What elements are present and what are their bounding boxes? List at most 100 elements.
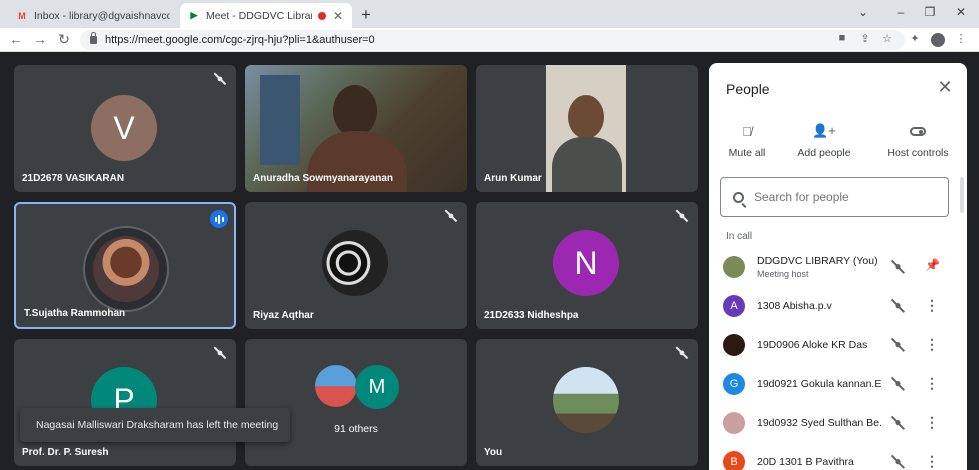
search-people-box[interactable] xyxy=(720,177,949,217)
bookmark-star-icon[interactable]: ☆ xyxy=(880,32,894,45)
speaking-indicator-icon xyxy=(210,210,228,228)
scrollbar[interactable] xyxy=(960,177,964,213)
others-tile[interactable]: M 91 others xyxy=(245,339,467,466)
more-options-icon[interactable]: ⋮ xyxy=(925,297,939,315)
profile-avatar-icon[interactable] xyxy=(931,33,945,47)
extensions-icon[interactable]: ✦ xyxy=(908,32,922,45)
avatar: V xyxy=(91,95,157,161)
more-options-icon[interactable]: ⋮ xyxy=(925,453,939,470)
participant-name: Prof. Dr. P. Suresh xyxy=(22,447,109,458)
more-options-icon[interactable]: ⋮ xyxy=(925,336,939,354)
camera-icon[interactable]: ■ xyxy=(835,32,849,44)
mic-off-icon: ● xyxy=(676,210,688,222)
url-text: https://meet.google.com/cgc-zjrq-hju?pli… xyxy=(105,34,375,46)
in-call-heading: In call xyxy=(726,231,753,242)
menu-icon[interactable]: ⋮ xyxy=(954,32,968,45)
participant-row[interactable]: G 19d0921 Gokula kannan.E ● ⋮ xyxy=(709,366,967,402)
forward-icon[interactable]: → xyxy=(32,31,48,47)
add-people-button[interactable]: 👤+ Add people xyxy=(793,121,855,159)
tab-search-icon[interactable]: ⌄ xyxy=(855,5,871,19)
recording-indicator-icon xyxy=(318,11,326,20)
avatar-ring xyxy=(83,226,169,312)
new-tab-button[interactable]: + xyxy=(358,5,374,25)
avatar xyxy=(723,412,745,434)
tab-title: Meet - DDGDVC Library ND xyxy=(206,9,312,22)
more-options-icon[interactable]: ⋮ xyxy=(925,375,939,393)
participant-name: 19d0932 Syed Sulthan Be... xyxy=(757,417,882,429)
participant-name: 20D 1301 B Pavithra xyxy=(757,456,854,468)
lock-icon xyxy=(90,32,97,44)
avatar-photo xyxy=(93,236,159,302)
pin-icon[interactable]: 📌 xyxy=(925,258,940,276)
participant-row[interactable]: 19D0906 Aloke KR Das ● ⋮ xyxy=(709,327,967,363)
search-input[interactable] xyxy=(754,190,934,204)
meet-stage: ● V 21D2678 VASIKARAN Anuradha Sowmyanar… xyxy=(0,53,979,470)
participant-name: You xyxy=(484,447,503,458)
browser-tab-strip: M Inbox - library@dgvaishnavcolle ▶ Meet… xyxy=(0,0,979,28)
participant-row[interactable]: 19d0932 Syed Sulthan Be... ● ⋮ xyxy=(709,405,967,441)
avatar-photo xyxy=(553,367,619,433)
mic-off-icon: ● xyxy=(891,259,905,275)
participant-name: 21D2633 Nidheshpa xyxy=(484,310,579,321)
action-label: Mute all xyxy=(728,147,766,159)
avatar: N xyxy=(553,230,619,296)
close-icon[interactable]: ✕ xyxy=(937,77,953,98)
action-label: Host controls xyxy=(887,147,949,159)
participant-tile[interactable]: ● Riyaz Aqthar xyxy=(245,202,467,329)
participant-name: DDGDVC LIBRARY (You) xyxy=(757,255,878,267)
avatar-photo xyxy=(322,230,388,296)
participant-tile[interactable]: ● P Prof. Dr. P. Suresh xyxy=(14,339,236,466)
participant-video-tile[interactable]: Anuradha Sowmyanarayanan xyxy=(245,65,467,192)
video-feed xyxy=(546,65,626,192)
meet-icon: ▶ xyxy=(190,10,198,20)
avatar: G xyxy=(723,373,745,395)
mute-all-button[interactable]: 🎙̸ Mute all xyxy=(723,121,771,160)
close-tab-icon[interactable]: ✕ xyxy=(332,9,344,23)
mic-off-icon: ● xyxy=(214,347,226,359)
close-window-icon[interactable]: ✕ xyxy=(953,5,969,19)
mic-off-icon: ● xyxy=(891,337,905,353)
participant-left-toast: Nagasai Malliswari Draksharam has left t… xyxy=(20,408,290,442)
participant-row[interactable]: A 1308 Abisha.p.v ● ⋮ xyxy=(709,288,967,324)
self-tile[interactable]: ● You xyxy=(476,339,698,466)
mic-off-icon: ● xyxy=(214,73,226,85)
mic-off-icon: ● xyxy=(891,376,905,392)
participant-role: Meeting host xyxy=(757,269,809,279)
avatar xyxy=(723,334,745,356)
tab-google-meet[interactable]: ▶ Meet - DDGDVC Library ND ✕ xyxy=(180,3,352,28)
participant-row[interactable]: B 20D 1301 B Pavithra ● ⋮ xyxy=(709,444,967,470)
participant-tile-active-speaker[interactable]: T.Sujatha Rammohan xyxy=(14,202,236,329)
participant-name: T.Sujatha Rammohan xyxy=(24,308,126,319)
minimize-icon[interactable]: – xyxy=(893,5,909,19)
participant-row[interactable]: DDGDVC LIBRARY (You) Meeting host ● 📌 xyxy=(709,249,967,285)
participant-name: Arun Kumar xyxy=(484,173,542,184)
mic-off-icon: ● xyxy=(676,347,688,359)
participant-name: Anuradha Sowmyanarayanan xyxy=(253,173,394,184)
more-options-icon[interactable]: ⋮ xyxy=(925,414,939,432)
tab-title: Inbox - library@dgvaishnavcolle xyxy=(34,9,170,22)
participant-tile[interactable]: ● V 21D2678 VASIKARAN xyxy=(14,65,236,192)
back-icon[interactable]: ← xyxy=(8,31,24,47)
mic-off-icon: 🎙̸ xyxy=(742,123,752,139)
address-bar[interactable]: https://meet.google.com/cgc-zjrq-hju?pli… xyxy=(80,30,905,50)
tab-gmail-inbox[interactable]: M Inbox - library@dgvaishnavcolle xyxy=(8,3,178,28)
host-controls-button[interactable]: Host controls xyxy=(879,121,957,159)
reload-icon[interactable]: ↻ xyxy=(56,31,72,48)
restore-icon[interactable]: ❐ xyxy=(922,5,938,19)
avatar: A xyxy=(723,295,745,317)
avatar: B xyxy=(723,451,745,470)
video-background xyxy=(260,75,300,165)
person-head xyxy=(333,85,377,137)
toast-message: Nagasai Malliswari Draksharam has left t… xyxy=(36,419,279,431)
people-panel: People ✕ 🎙̸ Mute all 👤+ Add people Host … xyxy=(709,63,967,470)
participant-name: Riyaz Aqthar xyxy=(253,310,314,321)
browser-toolbar: ← → ↻ https://meet.google.com/cgc-zjrq-h… xyxy=(0,28,979,52)
participant-tile[interactable]: ● N 21D2633 Nidheshpa xyxy=(476,202,698,329)
person-head xyxy=(568,95,604,139)
toggle-icon xyxy=(879,121,957,141)
add-person-icon: 👤+ xyxy=(812,123,836,138)
share-icon[interactable]: ⇪ xyxy=(858,32,872,45)
participant-video-tile[interactable]: Arun Kumar xyxy=(476,65,698,192)
panel-title: People xyxy=(726,81,770,97)
participant-name: 19d0921 Gokula kannan.E xyxy=(757,378,882,390)
